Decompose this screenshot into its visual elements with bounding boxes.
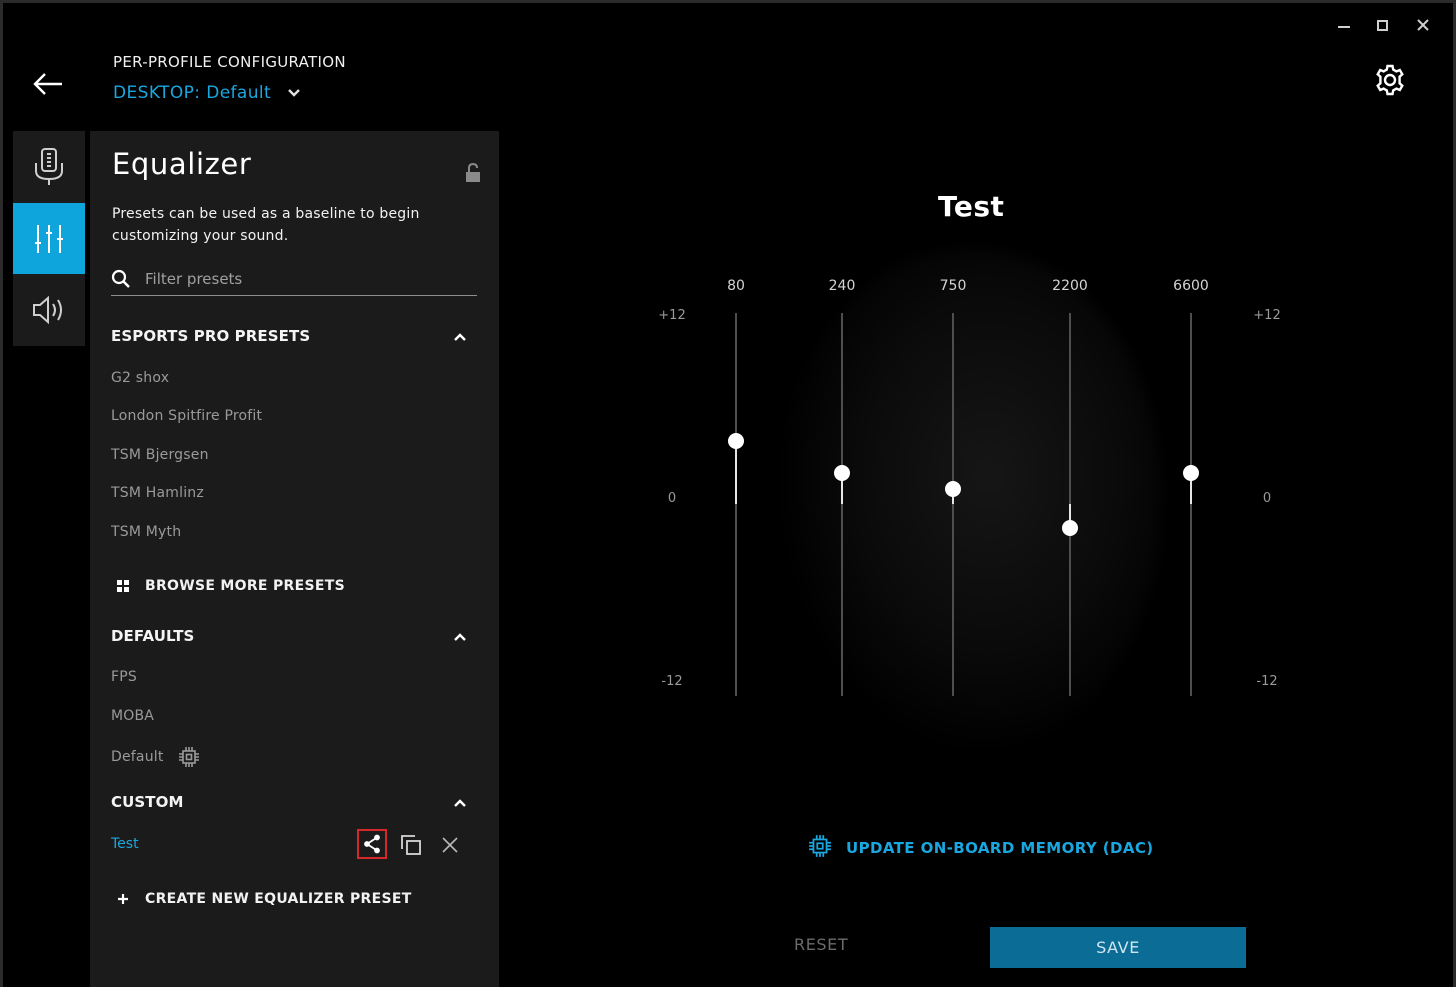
freq-label: 750 (939, 278, 967, 294)
freq-label: 6600 (1173, 278, 1209, 294)
eq-slider-track[interactable] (952, 313, 954, 696)
db-label-bottom-left: -12 (661, 674, 683, 689)
eq-slider-track[interactable] (735, 313, 737, 696)
freq-label: 2200 (1052, 278, 1088, 294)
db-label-bottom-right: -12 (1256, 674, 1278, 689)
eq-slider-handle[interactable] (1183, 464, 1199, 481)
reset-button[interactable]: RESET (794, 935, 848, 954)
save-button[interactable]: SAVE (990, 927, 1246, 968)
freq-label: 240 (828, 278, 856, 294)
update-onboard-memory-label: UPDATE ON-BOARD MEMORY (DAC) (846, 839, 1154, 857)
eq-slider-handle[interactable] (728, 432, 744, 449)
db-label-zero-right: 0 (1262, 491, 1272, 506)
eq-slider-handle[interactable] (1062, 520, 1078, 537)
eq-slider-track[interactable] (841, 313, 843, 696)
freq-label: 80 (727, 278, 745, 294)
eq-slider-fill (735, 440, 737, 504)
db-label-top-right: +12 (1253, 308, 1281, 323)
onboard-memory-icon (808, 834, 832, 862)
update-onboard-memory-button[interactable]: UPDATE ON-BOARD MEMORY (DAC) (808, 834, 1154, 862)
db-label-top-left: +12 (658, 308, 686, 323)
db-label-zero-left: 0 (667, 491, 677, 506)
eq-slider-handle[interactable] (945, 480, 961, 497)
eq-slider-handle[interactable] (834, 464, 850, 481)
eq-slider-track[interactable] (1190, 313, 1192, 696)
equalizer-graph: +12 0 -12 +12 0 -12 80 240 750 2200 6600 (0, 0, 1456, 987)
